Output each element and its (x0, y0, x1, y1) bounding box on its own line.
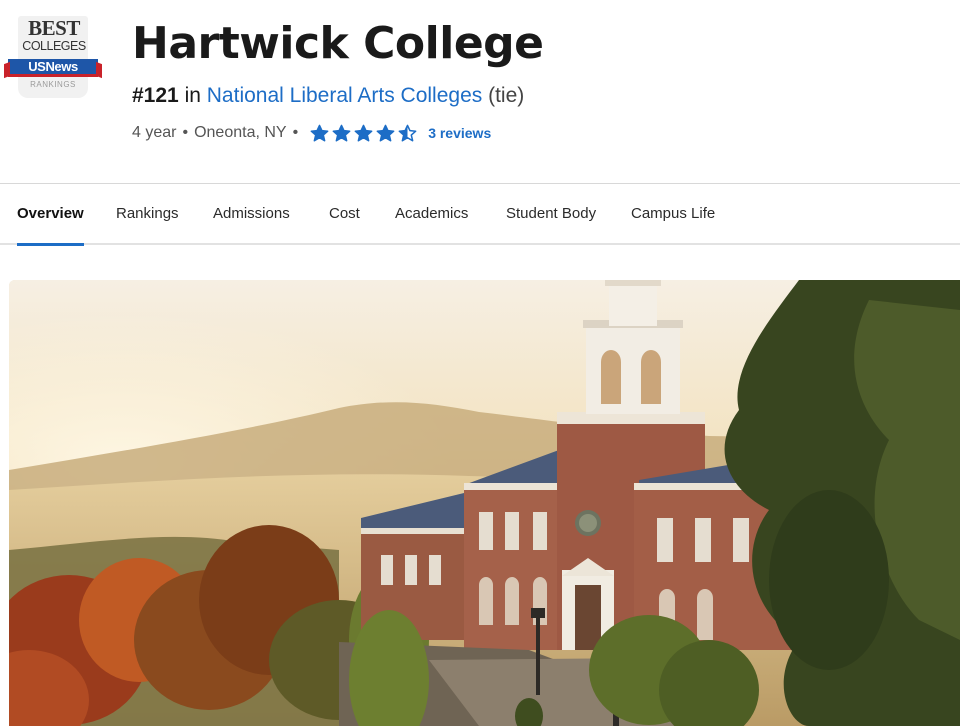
page-title: Hartwick College (132, 18, 544, 69)
separator-dot: • (292, 124, 299, 141)
tab-rankings[interactable]: Rankings (116, 184, 179, 244)
badge-colleges-text: COLLEGES (22, 39, 86, 53)
rank-in-text: in (184, 84, 201, 107)
star-full-icon (354, 124, 373, 141)
badge-ribbon: USNews (8, 59, 98, 77)
campus-photo (9, 280, 960, 726)
tab-student-body[interactable]: Student Body (506, 184, 596, 244)
tab-cost[interactable]: Cost (329, 184, 360, 244)
section-tabs: Overview Rankings Admissions Cost Academ… (0, 183, 960, 246)
college-header: BEST COLLEGES USNews RANKINGS Hartwick C… (0, 0, 960, 183)
star-full-icon (310, 124, 329, 141)
ranking-category-link[interactable]: National Liberal Arts Colleges (207, 84, 482, 107)
tab-campus-life[interactable]: Campus Life (631, 184, 715, 244)
star-full-icon (376, 124, 395, 141)
tab-admissions[interactable]: Admissions (213, 184, 290, 244)
best-colleges-badge-logo: BEST COLLEGES USNews RANKINGS (8, 16, 98, 98)
badge-best-text: BEST (28, 16, 80, 40)
rank-line: #121 in National Liberal Arts Colleges (… (132, 84, 524, 108)
tab-overview[interactable]: Overview (17, 184, 84, 246)
school-location: Oneonta, NY (194, 124, 287, 141)
badge-brand-text: USNews (28, 59, 78, 74)
reviews-link[interactable]: 3 reviews (428, 125, 491, 141)
badge-rankings-text: RANKINGS (30, 80, 76, 89)
tab-academics[interactable]: Academics (395, 184, 468, 244)
rank-tie-label: (tie) (488, 84, 525, 107)
star-half-icon (398, 124, 417, 141)
star-full-icon (332, 124, 351, 141)
rank-number: #121 (132, 84, 179, 107)
school-type: 4 year (132, 124, 177, 141)
separator-dot: • (182, 124, 189, 141)
campus-illustration (9, 280, 960, 726)
rating-stars[interactable] (310, 124, 420, 143)
college-meta: 4 year • Oneonta, NY • 3 reviews (132, 122, 491, 144)
